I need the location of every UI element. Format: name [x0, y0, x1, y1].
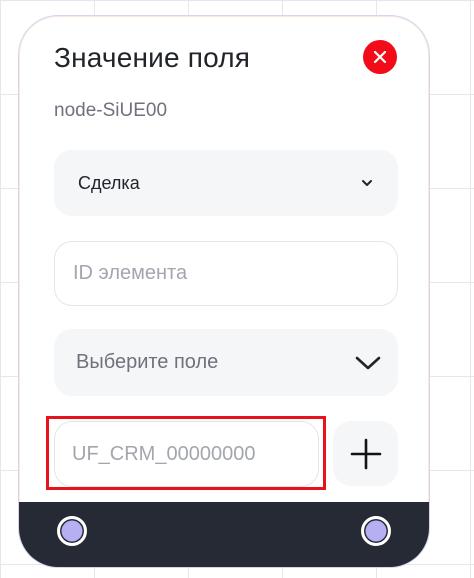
- close-icon: [373, 50, 387, 64]
- field-code-placeholder: UF_CRM_00000000: [72, 442, 256, 465]
- close-button[interactable]: [363, 40, 397, 74]
- element-id-placeholder: ID элемента: [73, 262, 188, 284]
- entity-select-value: Сделка: [78, 172, 140, 193]
- field-select-placeholder: Выберите поле: [76, 351, 219, 373]
- field-code-input[interactable]: UF_CRM_00000000: [54, 421, 319, 487]
- add-field-button[interactable]: [333, 421, 398, 486]
- field-select[interactable]: Выберите поле: [54, 329, 398, 396]
- node-title: Значение поля: [54, 42, 251, 73]
- node-id-label: node-SiUE00: [54, 100, 168, 121]
- plus-icon: [350, 438, 381, 469]
- entity-select[interactable]: Сделка: [54, 150, 398, 216]
- node-card: Значение поля node-SiUE00 Сделка ID элем…: [18, 15, 430, 568]
- input-connection-handle[interactable]: [57, 516, 87, 546]
- output-connection-handle[interactable]: [361, 516, 391, 546]
- chevron-down-icon: [362, 180, 372, 186]
- element-id-input[interactable]: ID элемента: [54, 241, 398, 306]
- chevron-down-icon: [355, 356, 381, 369]
- node-footer: [19, 502, 429, 567]
